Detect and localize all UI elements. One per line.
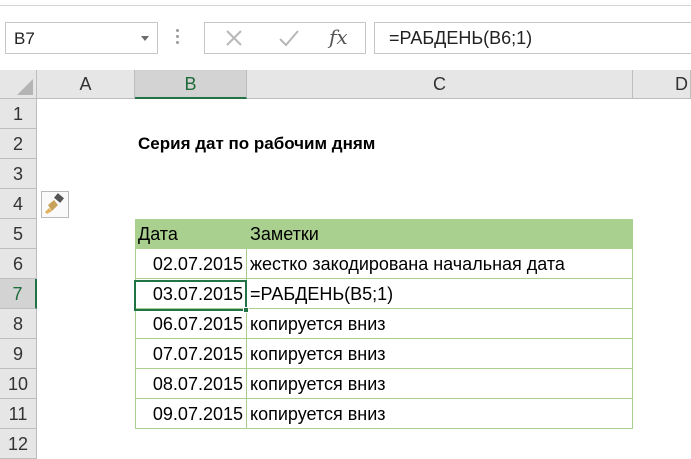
note-cell[interactable]: жестко закодирована начальная дата <box>247 249 633 279</box>
date-cell[interactable]: 09.07.2015 <box>135 399 247 429</box>
row-header-10[interactable]: 10 <box>0 369 37 399</box>
column-header-a[interactable]: A <box>37 70 135 99</box>
cancel-button[interactable] <box>209 23 259 53</box>
drag-handle-icon[interactable] <box>176 29 180 49</box>
note-cell[interactable]: копируется вниз <box>247 339 633 369</box>
row-header-2[interactable]: 2 <box>0 129 37 159</box>
active-cell-border <box>134 280 247 311</box>
table-header-notes[interactable]: Заметки <box>247 219 633 249</box>
name-box[interactable]: B7 <box>5 22 158 54</box>
paste-options-icon[interactable] <box>41 191 69 218</box>
row-header-7[interactable]: 7 <box>0 279 37 309</box>
note-cell[interactable]: копируется вниз <box>247 309 633 339</box>
formula-bar-area: B7 fx =РАБДЕНЬ(B6;1) <box>0 6 691 70</box>
column-header-b[interactable]: B <box>135 70 247 99</box>
formula-buttons: fx <box>204 22 366 54</box>
row-header-5[interactable]: 5 <box>0 219 37 249</box>
table-header-date[interactable]: Дата <box>135 219 247 249</box>
date-cell[interactable]: 02.07.2015 <box>135 249 247 279</box>
row-header-3[interactable]: 3 <box>0 159 37 189</box>
fill-handle[interactable] <box>243 307 249 313</box>
column-header-d[interactable]: D <box>633 70 691 99</box>
brush-icon <box>45 193 64 214</box>
chevron-down-icon[interactable] <box>141 36 149 41</box>
date-cell[interactable]: 06.07.2015 <box>135 309 247 339</box>
note-cell[interactable]: =РАБДЕНЬ(B5;1) <box>247 279 633 309</box>
insert-function-button[interactable]: fx <box>329 25 348 49</box>
enter-button[interactable] <box>263 23 313 53</box>
row-header-12[interactable]: 12 <box>0 429 37 459</box>
row-header-8[interactable]: 8 <box>0 309 37 339</box>
select-all-corner[interactable] <box>0 70 37 99</box>
sheet-title[interactable]: Серия дат по рабочим дням <box>138 129 375 159</box>
row-header-4[interactable]: 4 <box>0 189 37 219</box>
column-header-c[interactable]: C <box>247 70 633 99</box>
check-icon <box>279 30 299 47</box>
x-icon <box>226 30 242 46</box>
note-cell[interactable]: копируется вниз <box>247 399 633 429</box>
name-box-value: B7 <box>14 29 35 48</box>
row-header-1[interactable]: 1 <box>0 99 37 129</box>
date-cell[interactable]: 08.07.2015 <box>135 369 247 399</box>
row-header-11[interactable]: 11 <box>0 399 37 429</box>
row-header-9[interactable]: 9 <box>0 339 37 369</box>
row-header-6[interactable]: 6 <box>0 249 37 279</box>
spreadsheet-grid: A B C D 1 2 3 4 5 6 7 8 9 10 11 12 Серия… <box>0 70 691 459</box>
formula-input[interactable]: =РАБДЕНЬ(B6;1) <box>374 22 691 54</box>
date-cell[interactable]: 07.07.2015 <box>135 339 247 369</box>
note-cell[interactable]: копируется вниз <box>247 369 633 399</box>
formula-text: =РАБДЕНЬ(B6;1) <box>389 28 533 48</box>
